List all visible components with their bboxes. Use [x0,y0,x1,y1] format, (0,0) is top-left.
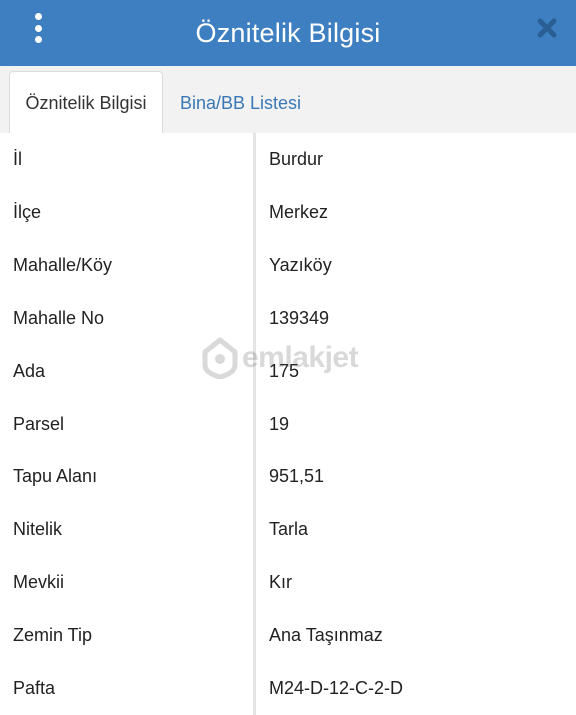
row-value: Yazıköy [256,239,576,292]
table-row: Parsel 19 [0,398,576,451]
row-value: Ana Taşınmaz [256,609,576,662]
tab-bar: Öznitelik Bilgisi Bina/BB Listesi [0,66,576,135]
row-label: İlçe [0,186,253,239]
row-label: Mevkii [0,556,253,609]
table-row: Ada 175 [0,345,576,398]
table-row: Nitelik Tarla [0,503,576,556]
dialog-header: Öznitelik Bilgisi [0,0,576,66]
row-value: Merkez [256,186,576,239]
row-label: Nitelik [0,503,253,556]
row-label: Tapu Alanı [0,450,253,503]
kebab-menu-icon[interactable] [30,13,46,43]
row-value: M24-D-12-C-2-D [256,662,576,715]
row-label: İl [0,133,253,186]
dialog-title: Öznitelik Bilgisi [195,17,381,48]
row-label: Mahalle/Köy [0,239,253,292]
row-label: Zemin Tip [0,609,253,662]
row-value: Kır [256,556,576,609]
attribute-table: İl Burdur İlçe Merkez Mahalle/Köy Yazıkö… [0,133,576,715]
tab-bina-bb-listesi[interactable]: Bina/BB Listesi [180,71,301,135]
close-icon[interactable] [536,17,558,39]
table-row: İl Burdur [0,133,576,186]
table-row: Mahalle No 139349 [0,292,576,345]
row-value: Tarla [256,503,576,556]
row-label: Mahalle No [0,292,253,345]
row-value: 951,51 [256,450,576,503]
tab-oznitelik-bilgisi[interactable]: Öznitelik Bilgisi [9,71,163,135]
table-row: Mevkii Kır [0,556,576,609]
row-label: Ada [0,345,253,398]
table-row: Mahalle/Köy Yazıköy [0,239,576,292]
table-row: İlçe Merkez [0,186,576,239]
row-label: Parsel [0,398,253,451]
table-row: Zemin Tip Ana Taşınmaz [0,609,576,662]
row-label: Pafta [0,662,253,715]
row-value: Burdur [256,133,576,186]
row-value: 139349 [256,292,576,345]
table-row: Tapu Alanı 951,51 [0,450,576,503]
table-row: Pafta M24-D-12-C-2-D [0,662,576,715]
row-value: 19 [256,398,576,451]
row-value: 175 [256,345,576,398]
